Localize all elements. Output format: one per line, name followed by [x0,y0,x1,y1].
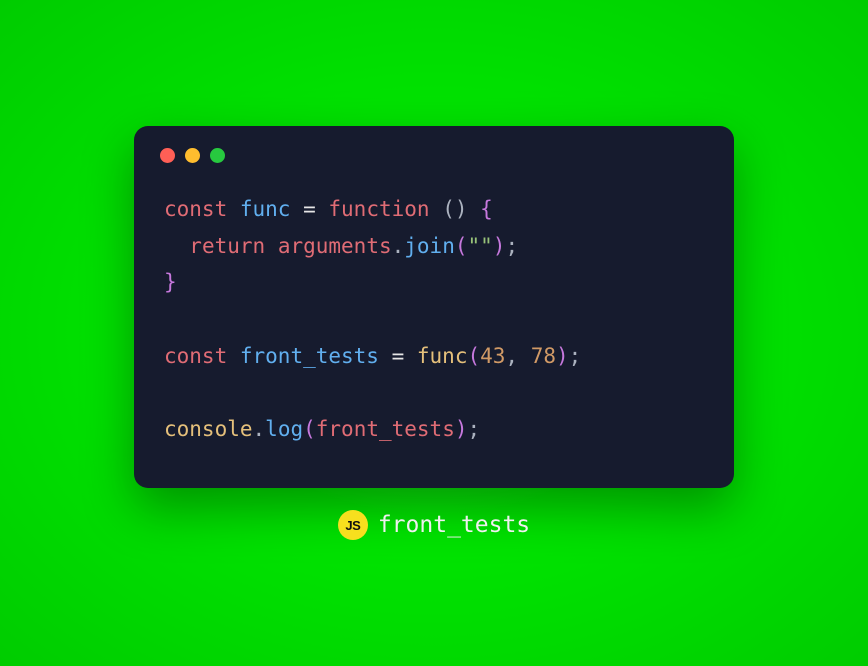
identifier-func: func [240,197,291,221]
close-icon[interactable] [160,148,175,163]
keyword-const: const [164,344,227,368]
call-func: func [417,344,468,368]
brace-open: { [480,197,493,221]
code-content: const func = function () { return argume… [134,173,734,458]
dot: . [392,234,405,258]
argument-front-tests: front_tests [316,417,455,441]
paren-open: ( [467,344,480,368]
number-43: 43 [480,344,505,368]
filename-label: front_tests [378,512,530,538]
window-titlebar [134,126,734,173]
paren-close: ) [556,344,569,368]
brace-close: } [164,270,177,294]
footer: JS front_tests [338,510,530,540]
operator-equals: = [290,197,328,221]
javascript-icon: JS [338,510,368,540]
semicolon: ; [569,344,582,368]
operator-equals: = [379,344,417,368]
keyword-const: const [164,197,227,221]
keyword-function: function [328,197,429,221]
maximize-icon[interactable] [210,148,225,163]
indent [164,234,189,258]
identifier-arguments: arguments [278,234,392,258]
parens-empty: () [430,197,481,221]
comma: , [505,344,530,368]
method-join: join [404,234,455,258]
space [265,234,278,258]
paren-close: ) [493,234,506,258]
paren-open: ( [303,417,316,441]
minimize-icon[interactable] [185,148,200,163]
number-78: 78 [531,344,556,368]
paren-close: ) [455,417,468,441]
method-log: log [265,417,303,441]
semicolon: ; [505,234,518,258]
code-editor-window: const func = function () { return argume… [134,126,734,488]
dot: . [253,417,266,441]
string-empty: "" [468,234,493,258]
identifier-console: console [164,417,253,441]
semicolon: ; [468,417,481,441]
keyword-return: return [189,234,265,258]
paren-open: ( [455,234,468,258]
identifier-front-tests: front_tests [240,344,379,368]
